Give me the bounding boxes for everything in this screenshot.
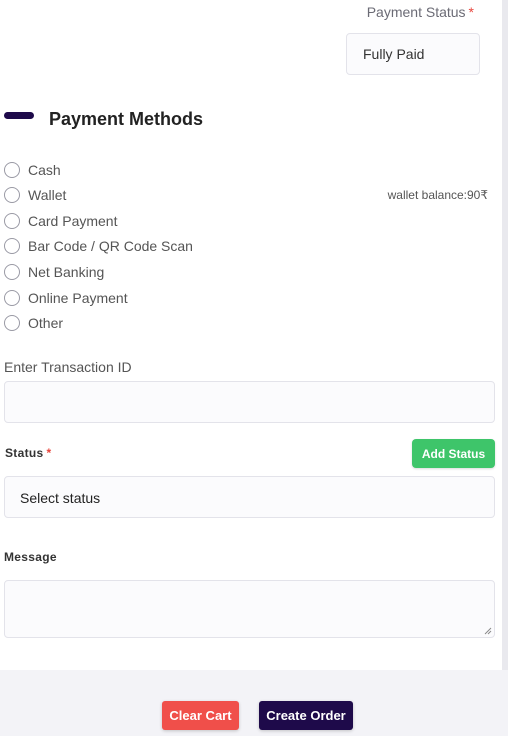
payment-method-label: Online Payment bbox=[28, 290, 128, 306]
radio-button[interactable] bbox=[4, 187, 20, 203]
payment-method-label: Bar Code / QR Code Scan bbox=[28, 238, 193, 254]
add-status-button[interactable]: Add Status bbox=[412, 439, 495, 468]
payment-method-card[interactable]: Card Payment bbox=[4, 211, 117, 231]
create-order-button[interactable]: Create Order bbox=[259, 701, 353, 730]
payment-method-label: Other bbox=[28, 315, 64, 331]
clear-cart-button[interactable]: Clear Cart bbox=[162, 701, 239, 730]
radio-button[interactable] bbox=[4, 162, 20, 178]
required-asterisk: * bbox=[468, 4, 474, 20]
payment-method-label: Card Payment bbox=[28, 213, 118, 229]
wallet-balance: wallet balance:90₹ bbox=[387, 188, 488, 202]
resize-handle-icon[interactable] bbox=[484, 627, 492, 635]
payment-method-label: Cash bbox=[28, 162, 61, 178]
status-label: Status * bbox=[5, 446, 52, 460]
payment-method-other[interactable]: Other bbox=[4, 313, 63, 333]
radio-button[interactable] bbox=[4, 290, 20, 306]
scrollbar-track[interactable] bbox=[502, 0, 508, 670]
message-textarea[interactable] bbox=[4, 580, 495, 638]
section-accent-bar bbox=[4, 112, 34, 119]
radio-button[interactable] bbox=[4, 238, 20, 254]
payment-method-cash[interactable]: Cash bbox=[4, 160, 61, 180]
payment-methods-title: Payment Methods bbox=[49, 109, 204, 129]
message-label: Message bbox=[4, 550, 57, 564]
payment-method-online[interactable]: Online Payment bbox=[4, 288, 128, 308]
radio-button[interactable] bbox=[4, 315, 20, 331]
required-asterisk: * bbox=[46, 446, 52, 460]
payment-method-net-banking[interactable]: Net Banking bbox=[4, 262, 104, 282]
transaction-id-input[interactable] bbox=[4, 381, 495, 423]
payment-method-qr-scan[interactable]: Bar Code / QR Code Scan bbox=[4, 236, 193, 256]
payment-status-select[interactable]: Fully Paid bbox=[346, 33, 480, 75]
radio-button[interactable] bbox=[4, 213, 20, 229]
payment-method-label: Wallet bbox=[28, 187, 67, 203]
transaction-id-label: Enter Transaction ID bbox=[4, 359, 132, 375]
payment-status-label: Payment Status * bbox=[366, 4, 474, 20]
status-select[interactable]: Select status bbox=[4, 476, 495, 518]
radio-button[interactable] bbox=[4, 264, 20, 280]
payment-method-wallet[interactable]: Wallet bbox=[4, 185, 66, 205]
order-form-card: Payment Status * Fully Paid Payment Metho… bbox=[0, 0, 502, 670]
payment-method-label: Net Banking bbox=[28, 264, 105, 280]
